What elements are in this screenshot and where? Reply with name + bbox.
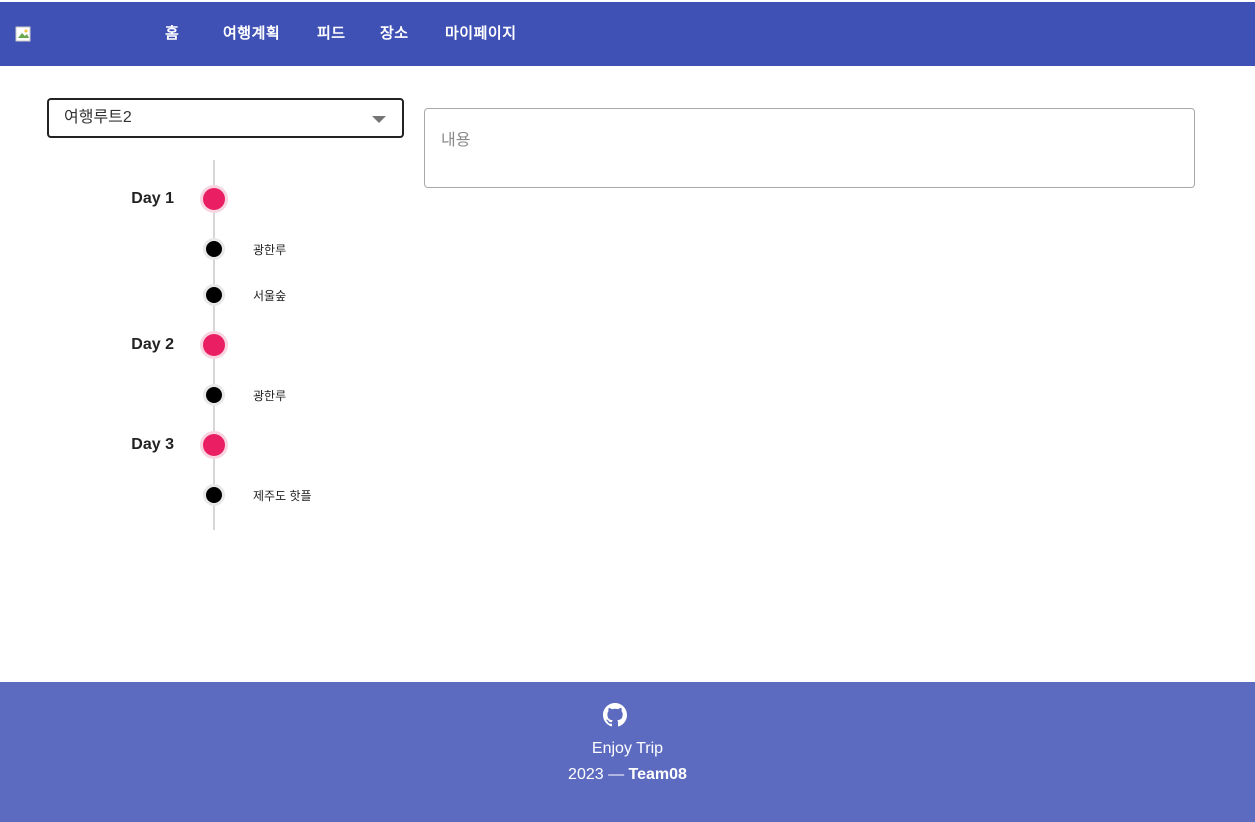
nav-item-places[interactable]: 장소 bbox=[380, 2, 409, 66]
footer-title: Enjoy Trip bbox=[591, 740, 664, 757]
timeline-day-label: Day 3 bbox=[131, 436, 174, 453]
dropdown-arrow-icon[interactable] bbox=[372, 116, 386, 123]
place-dot-icon bbox=[206, 241, 222, 257]
timeline-day-label: Day 1 bbox=[131, 190, 174, 207]
footer-copy-prefix: 2023 — bbox=[568, 766, 629, 783]
route-select[interactable]: 여행루트2 bbox=[47, 98, 404, 138]
timeline-place-label: 광한루 bbox=[253, 389, 287, 403]
logo-icon[interactable] bbox=[15, 26, 31, 42]
place-dot-icon bbox=[206, 487, 222, 503]
content-placeholder: 내용 bbox=[441, 132, 471, 149]
place-dot-icon bbox=[206, 287, 222, 303]
day-dot-icon bbox=[203, 434, 225, 456]
nav-item-home[interactable]: 홈 bbox=[165, 2, 179, 66]
timeline-day-label: Day 2 bbox=[131, 336, 174, 353]
footer-team-name: Team08 bbox=[628, 766, 687, 783]
page: 홈 여행계획 피드 장소 마이페이지 여행루트2 내용 Day 1 광한루 서울… bbox=[0, 0, 1255, 822]
footer-copyright: 2023 — Team08 bbox=[0, 766, 1255, 784]
day-dot-icon bbox=[203, 334, 225, 356]
route-select-value: 여행루트2 bbox=[64, 109, 132, 126]
nav-item-feed[interactable]: 피드 bbox=[317, 2, 346, 66]
nav-item-trip-plan[interactable]: 여행계획 bbox=[223, 2, 280, 66]
timeline-place-label: 서울숲 bbox=[253, 289, 287, 303]
content-textarea[interactable]: 내용 bbox=[424, 108, 1195, 188]
github-icon[interactable] bbox=[603, 703, 627, 727]
timeline-place-label: 제주도 핫플 bbox=[253, 489, 312, 503]
footer: Enjoy Trip 2023 — Team08 bbox=[0, 682, 1255, 822]
nav-item-mypage[interactable]: 마이페이지 bbox=[445, 2, 517, 66]
app-bar: 홈 여행계획 피드 장소 마이페이지 bbox=[0, 2, 1255, 66]
timeline-place-label: 광한루 bbox=[253, 243, 287, 257]
place-dot-icon bbox=[206, 387, 222, 403]
day-dot-icon bbox=[203, 188, 225, 210]
